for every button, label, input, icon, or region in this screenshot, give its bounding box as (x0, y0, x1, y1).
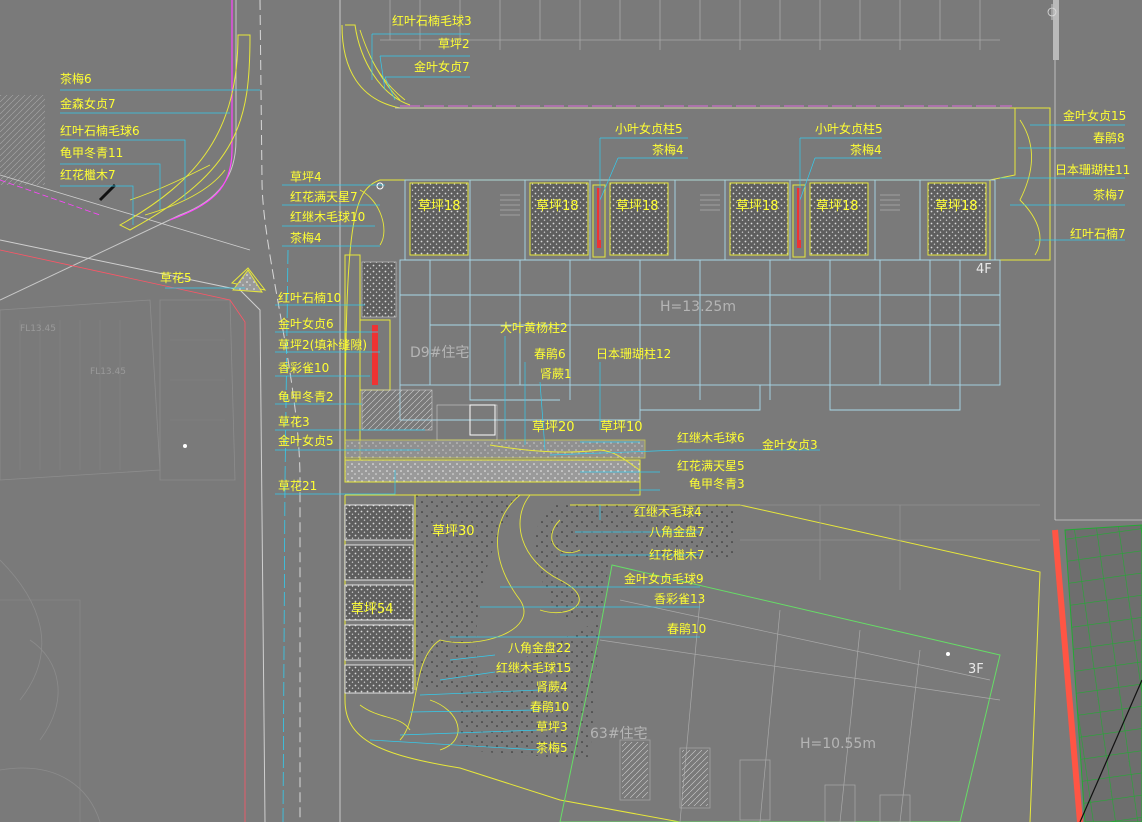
plant-label: 香彩雀10 (278, 361, 330, 375)
lawn-label: 草坪18 (935, 199, 978, 214)
plant-label: 金叶女贞5 (278, 434, 334, 448)
plant-label: 草坪3 (536, 720, 568, 734)
lawn-label: 草坪30 (432, 524, 475, 539)
plant-label: 日本珊瑚柱11 (1055, 163, 1131, 177)
building-name-label: D9#住宅 (410, 345, 470, 361)
plant-label: 龟甲冬青2 (278, 390, 334, 404)
plant-label: 小叶女贞柱5 (815, 122, 883, 136)
top-buildings (380, 0, 1000, 50)
plant-label: 龟甲冬青11 (60, 146, 124, 160)
lawn-strips (344, 504, 414, 694)
lawn-patches (409, 182, 987, 256)
plant-label: 茶梅4 (850, 143, 882, 157)
plant-label: 金叶女贞毛球9 (624, 572, 704, 586)
lawn-label: 草坪18 (616, 199, 659, 214)
plant-label: 草花3 (278, 415, 310, 429)
plant-label: 金叶女贞3 (762, 438, 818, 452)
plant-label: 小叶女贞柱5 (615, 122, 683, 136)
plant-label: 春鹃10 (530, 700, 570, 714)
lawn-label: 草坪10 (600, 420, 643, 435)
lawn-label: 草坪18 (816, 199, 859, 214)
plant-label: 春鹃6 (534, 347, 566, 361)
plant-label: 八角金盘22 (508, 641, 572, 655)
gravel-strip (344, 459, 641, 483)
plant-label: 金叶女贞7 (414, 60, 470, 74)
lawn-label: 草坪18 (418, 199, 461, 214)
plant-label: 红叶石楠毛球3 (392, 14, 472, 28)
plant-label: 香彩雀13 (654, 592, 706, 606)
plant-label: 草花21 (278, 479, 318, 493)
building-height-label: H=13.25m (660, 299, 736, 315)
cad-drawing-canvas: 红叶石楠毛球3 草坪2 金叶女贞7 茶梅6 金森女贞7 红叶石楠毛球6 龟甲冬青… (0, 0, 1142, 822)
plant-label: 大叶黄杨柱2 (500, 321, 568, 335)
background-buildings (0, 95, 236, 822)
plant-label: 肾蕨4 (536, 680, 568, 694)
plant-label: 春鹃8 (1093, 131, 1125, 145)
plant-label: 红继木毛球10 (290, 210, 366, 224)
plant-label: 红花檵木7 (649, 548, 705, 562)
plant-label: 红继木毛球6 (677, 431, 745, 445)
plant-label: 草坪2(填补缝隙) (278, 338, 367, 352)
plant-label: 红花满天星5 (677, 459, 745, 473)
plant-label: 茶梅4 (290, 231, 322, 245)
plant-label: 红叶石楠毛球6 (60, 124, 140, 138)
building-height-label: H=10.55m (800, 736, 876, 752)
lawn-label: 草坪18 (736, 199, 779, 214)
plant-label: 草坪4 (290, 170, 322, 184)
plant-label: 茶梅6 (60, 72, 92, 86)
plant-label: 红叶石楠7 (1070, 227, 1126, 241)
plant-label: 红花檵木7 (60, 168, 116, 182)
plant-label: 红继木毛球4 (634, 505, 702, 519)
plant-label: 红花满天星7 (290, 190, 358, 204)
plant-label: 金叶女贞15 (1063, 109, 1127, 123)
elevation-label: FL13.45 (20, 324, 56, 334)
plant-label: 肾蕨1 (540, 367, 572, 381)
floor-count-label: 4F (976, 262, 992, 277)
plant-label: 金叶女贞6 (278, 317, 334, 331)
plant-label: 红叶石楠10 (278, 291, 342, 305)
elevation-label: FL13.45 (90, 367, 126, 377)
building-name-label: 63#住宅 (590, 726, 648, 742)
floor-count-label: 3F (968, 662, 984, 677)
plant-label: 茶梅4 (652, 143, 684, 157)
plant-label: 春鹃10 (667, 622, 707, 636)
lawn-label: 草坪18 (536, 199, 579, 214)
plant-label: 八角金盘7 (649, 525, 705, 539)
plant-label: 日本珊瑚柱12 (596, 347, 672, 361)
plant-label: 茶梅5 (536, 741, 568, 755)
plant-label: 草坪2 (438, 37, 470, 51)
right-property-line (1052, 0, 1083, 822)
plant-label: 茶梅7 (1093, 188, 1125, 202)
plant-label: 草花5 (160, 271, 192, 285)
roads (0, 0, 341, 822)
plant-label: 红继木毛球15 (496, 661, 572, 675)
site-plan (0, 0, 1142, 822)
plant-label: 金森女贞7 (60, 97, 116, 111)
lawn-label: 草坪20 (532, 420, 575, 435)
plant-label: 龟甲冬青3 (689, 477, 745, 491)
lawn-label: 草坪54 (351, 602, 394, 617)
